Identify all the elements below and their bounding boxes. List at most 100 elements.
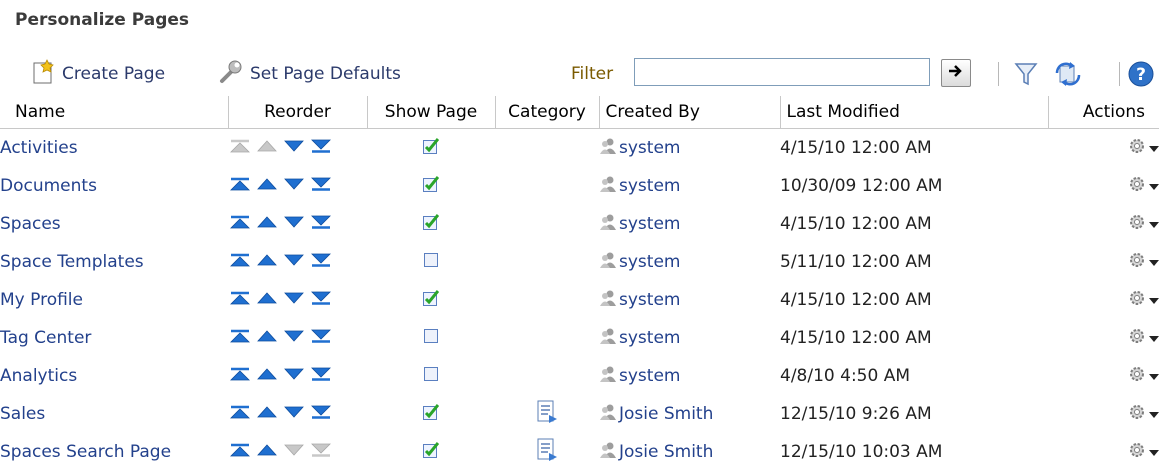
move-top-icon[interactable] [228,290,252,311]
create-page-button[interactable]: Create Page [32,56,165,92]
last-modified: 4/15/10 12:00 AM [780,214,932,234]
move-down-icon[interactable] [282,214,306,235]
move-up-icon [255,138,279,159]
reorder-cell [228,167,367,205]
created-by-user[interactable]: Josie Smith [599,441,713,464]
actions-menu-button[interactable] [1128,175,1159,198]
move-bottom-icon[interactable] [309,290,333,311]
show-page-checkbox-checked[interactable] [423,289,440,306]
move-up-icon[interactable] [255,366,279,387]
column-header-category[interactable]: Category [494,96,599,129]
actions-menu-button[interactable] [1128,213,1159,236]
reorder-cell [228,395,367,433]
move-down-icon[interactable] [282,404,306,425]
actions-menu-button[interactable] [1128,251,1159,274]
move-up-icon[interactable] [255,442,279,463]
page-name-link[interactable]: Tag Center [0,319,228,357]
created-by-user[interactable]: system [599,137,680,160]
move-bottom-icon[interactable] [309,176,333,197]
page-name-link[interactable]: Documents [0,167,228,205]
user-icon [599,289,617,312]
set-page-defaults-label: Set Page Defaults [250,64,401,84]
go-arrow-icon [948,63,964,83]
show-page-checkbox-checked[interactable] [423,403,440,420]
actions-menu-button[interactable] [1128,327,1159,350]
move-down-icon[interactable] [282,138,306,159]
move-top-icon[interactable] [228,366,252,387]
go-button[interactable] [941,59,971,87]
created-by-user[interactable]: system [599,251,680,274]
created-by-user[interactable]: system [599,175,680,198]
category-document-icon[interactable] [536,438,558,467]
help-icon[interactable]: ? [1126,59,1156,89]
move-bottom-icon[interactable] [309,366,333,387]
move-bottom-icon[interactable] [309,252,333,273]
show-page-checkbox-checked[interactable] [423,175,440,192]
created-by-user[interactable]: system [599,365,680,388]
move-down-icon[interactable] [282,366,306,387]
show-page-checkbox-unchecked[interactable] [423,366,439,382]
move-up-icon[interactable] [255,252,279,273]
create-page-label: Create Page [62,64,166,84]
show-page-checkbox-checked[interactable] [423,137,440,154]
show-page-checkbox-unchecked[interactable] [423,252,439,268]
move-top-icon[interactable] [228,442,252,463]
created-by-user[interactable]: Josie Smith [599,403,713,426]
move-bottom-icon[interactable] [309,214,333,235]
move-up-icon[interactable] [255,328,279,349]
created-by-user[interactable]: system [599,327,680,350]
actions-menu-button[interactable] [1128,289,1159,312]
table-row: Activities system 4/15/10 12:00 AM [0,129,1159,168]
move-up-icon[interactable] [255,176,279,197]
page-name-link[interactable]: My Profile [0,281,228,319]
category-document-icon[interactable] [536,400,558,429]
refresh-icon[interactable] [1053,59,1083,89]
page-name-link[interactable]: Space Templates [0,243,228,281]
move-top-icon [228,138,252,159]
user-icon [599,213,617,236]
show-page-checkbox-checked[interactable] [423,441,440,458]
move-top-icon[interactable] [228,214,252,235]
filter-input[interactable] [634,58,930,86]
column-header-created-by[interactable]: Created By [598,96,780,129]
actions-menu-button[interactable] [1128,137,1159,160]
move-down-icon[interactable] [282,328,306,349]
move-up-icon[interactable] [255,214,279,235]
move-top-icon[interactable] [228,328,252,349]
actions-menu-button[interactable] [1128,441,1159,464]
column-header-last-modified[interactable]: Last Modified [779,96,1048,129]
page-name-link[interactable]: Spaces Search Page [0,433,228,471]
created-by-user[interactable]: system [599,213,680,236]
created-by-user[interactable]: system [599,289,680,312]
page-name-link[interactable]: Sales [0,395,228,433]
last-modified: 12/15/10 9:26 AM [780,404,932,424]
page-name-link[interactable]: Activities [0,129,228,168]
show-page-checkbox-unchecked[interactable] [423,328,439,344]
column-header-name[interactable]: Name [0,96,228,129]
gear-icon [1128,289,1146,312]
show-page-checkbox-checked[interactable] [423,213,440,230]
column-header-show-page[interactable]: Show Page [366,96,495,129]
last-modified: 5/11/10 12:00 AM [780,252,932,272]
move-bottom-icon[interactable] [309,404,333,425]
funnel-icon[interactable] [1011,59,1041,89]
move-down-icon[interactable] [282,252,306,273]
page-name-link[interactable]: Spaces [0,205,228,243]
last-modified: 4/15/10 12:00 AM [780,290,932,310]
move-down-icon[interactable] [282,176,306,197]
move-top-icon[interactable] [228,404,252,425]
actions-menu-button[interactable] [1128,365,1159,388]
move-up-icon[interactable] [255,290,279,311]
move-up-icon[interactable] [255,404,279,425]
set-page-defaults-button[interactable]: Set Page Defaults [218,56,401,92]
page-name-link[interactable]: Analytics [0,357,228,395]
move-top-icon[interactable] [228,252,252,273]
actions-menu-button[interactable] [1128,403,1159,426]
toolbar-separator [998,62,999,86]
move-bottom-icon[interactable] [309,138,333,159]
move-top-icon[interactable] [228,176,252,197]
chevron-down-icon [1149,442,1159,462]
move-bottom-icon[interactable] [309,328,333,349]
move-down-icon[interactable] [282,290,306,311]
user-name: system [619,176,681,196]
